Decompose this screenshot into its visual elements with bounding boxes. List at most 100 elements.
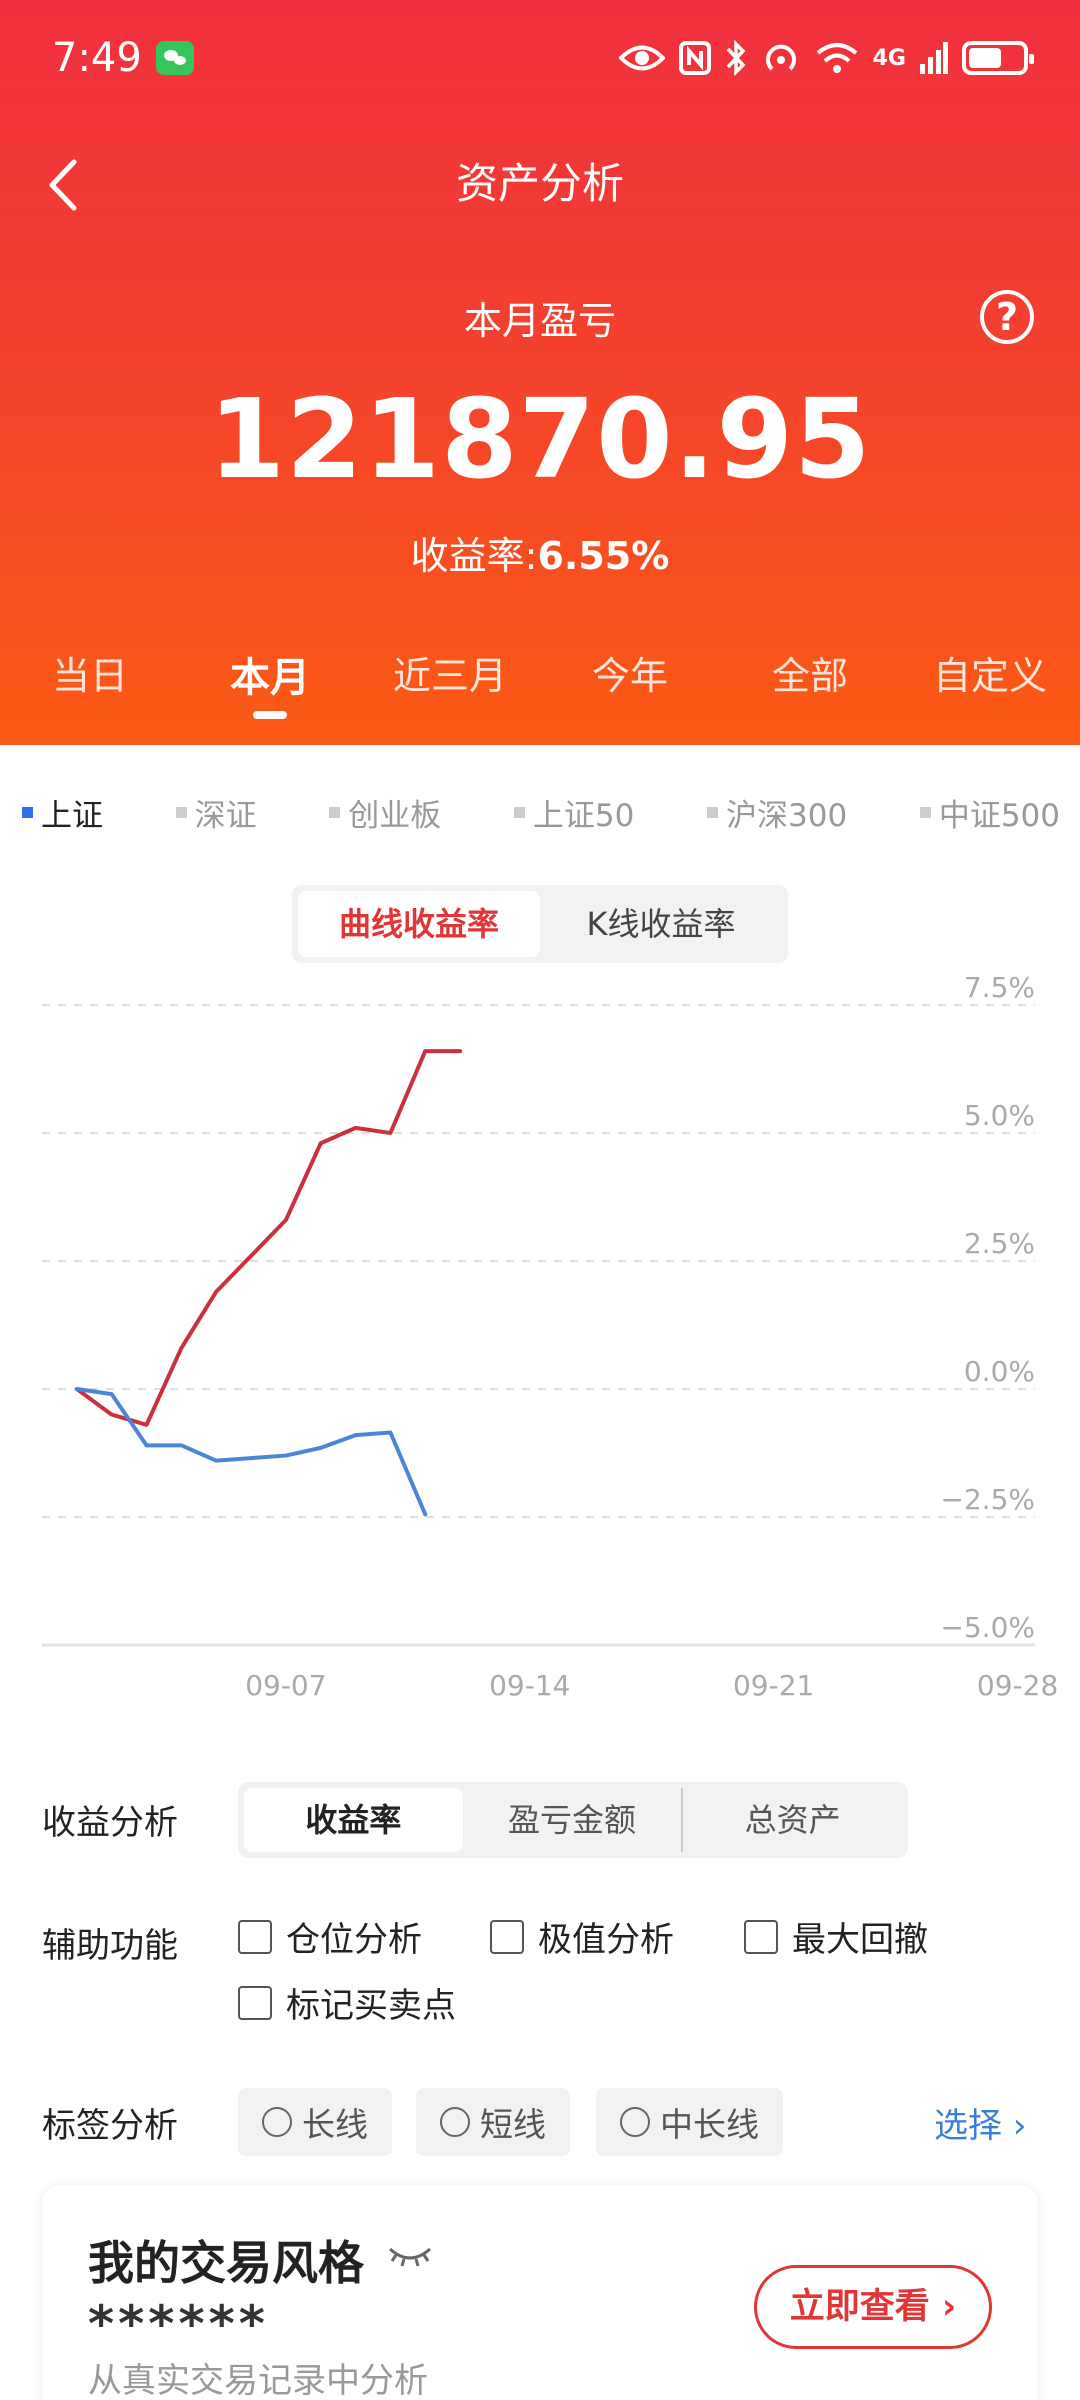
card-description: 从真实交易记录中分析 xyxy=(88,2361,428,2400)
check-position-analysis[interactable]: 仓位分析 xyxy=(238,1912,422,1961)
tab-custom[interactable]: 自定义 xyxy=(900,645,1080,703)
tag-short-term[interactable]: 短线 xyxy=(416,2088,570,2156)
status-time: 7:49 xyxy=(52,35,142,81)
aux-label: 辅助功能 xyxy=(42,1926,178,1966)
y-tick-label: −5.0% xyxy=(940,1611,1035,1644)
tag-label: 中长线 xyxy=(660,2105,759,2144)
x-tick-label: 09-07 xyxy=(245,1669,326,1702)
index-sh[interactable]: 上证 xyxy=(22,790,103,835)
tab-pnl-amount[interactable]: 盈亏金额 xyxy=(463,1788,682,1852)
view-now-button[interactable]: 立即查看 › xyxy=(754,2265,992,2349)
index-hs300[interactable]: 沪深300 xyxy=(707,790,847,835)
header: 7:49 4G 资产分析 本月盈亏 ? 121870.95 收益率:6.55% … xyxy=(0,0,1080,745)
return-rate: 收益率:6.55% xyxy=(0,525,1080,580)
signal-icon xyxy=(920,42,948,74)
check-mark-trades[interactable]: 标记买卖点 xyxy=(238,1978,456,2027)
bluetooth-icon xyxy=(726,40,746,76)
view-now-label: 立即查看 xyxy=(789,2287,930,2327)
tab-all[interactable]: 全部 xyxy=(720,645,900,703)
index-sz[interactable]: 深证 xyxy=(175,790,257,835)
chevron-right-icon: › xyxy=(1012,2106,1027,2146)
status-bar: 7:49 4G xyxy=(52,30,1034,86)
period-pnl-label: 本月盈亏 xyxy=(463,299,616,343)
index-sz50-label: 上证50 xyxy=(532,798,635,834)
wechat-icon xyxy=(155,41,194,75)
tag-mid-long-term[interactable]: 中长线 xyxy=(596,2088,783,2156)
tab-return-rate[interactable]: 收益率 xyxy=(244,1788,463,1852)
check-label: 标记买卖点 xyxy=(286,1986,456,2026)
check-extremum-analysis[interactable]: 极值分析 xyxy=(490,1912,674,1961)
radio[interactable] xyxy=(440,2107,470,2137)
tab-three-months[interactable]: 近三月 xyxy=(360,645,540,703)
tab-total-assets[interactable]: 总资产 xyxy=(681,1788,902,1852)
trading-style-card: 我的交易风格 ****** 从真实交易记录中分析 立即查看 › xyxy=(42,2185,1038,2400)
curve-return-button[interactable]: 曲线收益率 xyxy=(298,891,540,957)
index-selector: 上证 深证 创业板 上证50 沪深300 中证500 xyxy=(22,790,1060,835)
checkbox[interactable] xyxy=(490,1919,524,1954)
status-time-group: 7:49 xyxy=(52,35,194,81)
card-title: 我的交易风格 xyxy=(88,2236,364,2290)
return-chart: 7.5% 5.0% 2.5% 0.0% −2.5% −5.0% 09-07 09-14 09-2… xyxy=(42,971,1058,1702)
x-tick-label: 09-21 xyxy=(733,1669,814,1702)
checkbox[interactable] xyxy=(744,1919,778,1954)
masked-style: ****** xyxy=(88,2295,269,2353)
eye-icon xyxy=(618,45,665,71)
check-label: 极值分析 xyxy=(538,1920,674,1960)
check-max-drawdown[interactable]: 最大回撤 xyxy=(744,1912,928,1961)
help-icon[interactable]: ? xyxy=(980,290,1034,344)
tab-this-month[interactable]: 本月 xyxy=(180,645,360,719)
index-sh-marker xyxy=(22,807,33,818)
radio[interactable] xyxy=(262,2107,292,2137)
tab-this-year[interactable]: 今年 xyxy=(540,645,720,703)
chart-type-toggle: 曲线收益率 K线收益率 xyxy=(292,885,788,963)
index-zz500-label: 中证500 xyxy=(938,798,1060,834)
x-tick-label: 09-14 xyxy=(489,1669,570,1702)
check-label: 仓位分析 xyxy=(286,1920,422,1960)
hotspot-icon xyxy=(765,44,796,71)
eye-closed-icon[interactable] xyxy=(387,2243,433,2271)
wifi-icon xyxy=(816,43,857,73)
pnl-amount: 121870.95 xyxy=(208,375,872,503)
index-zz500[interactable]: 中证500 xyxy=(919,790,1060,835)
index-cyb[interactable]: 创业板 xyxy=(329,790,441,835)
tags-label: 标签分析 xyxy=(42,2106,178,2146)
index-return-line xyxy=(74,1387,428,1517)
index-sh-label: 上证 xyxy=(41,798,103,834)
portfolio-return-line xyxy=(74,1049,463,1427)
y-tick-label: −2.5% xyxy=(940,1483,1035,1516)
y-tick-label: 2.5% xyxy=(964,1227,1035,1260)
y-tick-label: 5.0% xyxy=(964,1099,1035,1132)
return-rate-label: 收益率: xyxy=(410,534,538,578)
select-tags-link[interactable]: 选择 › xyxy=(934,2098,1026,2147)
page-title: 资产分析 xyxy=(455,159,624,208)
index-cyb-label: 创业板 xyxy=(348,798,442,834)
y-tick-label: 0.0% xyxy=(964,1355,1035,1388)
tag-label: 长线 xyxy=(302,2105,368,2144)
checkbox[interactable] xyxy=(238,1919,272,1954)
index-sz50[interactable]: 上证50 xyxy=(513,790,635,835)
tag-label: 短线 xyxy=(480,2105,546,2144)
index-zz500-marker xyxy=(919,807,931,818)
nfc-icon xyxy=(678,41,711,75)
checkbox[interactable] xyxy=(238,1985,272,2020)
status-icons: 4G xyxy=(618,40,1034,76)
select-label: 选择 xyxy=(934,2106,1002,2146)
return-rate-value: 6.55% xyxy=(537,534,670,578)
tag-long-term[interactable]: 长线 xyxy=(238,2088,392,2156)
index-sz-marker xyxy=(175,807,187,818)
period-tabs: 当日 本月 近三月 今年 全部 自定义 xyxy=(0,645,1080,719)
index-cyb-marker xyxy=(329,807,341,818)
kline-return-button[interactable]: K线收益率 xyxy=(540,891,782,957)
index-sz-label: 深证 xyxy=(194,798,257,834)
analysis-tabs: 收益率 盈亏金额 总资产 xyxy=(238,1782,908,1858)
x-tick-label: 09-28 xyxy=(977,1669,1058,1702)
index-sz50-marker xyxy=(513,807,525,818)
battery-icon xyxy=(962,41,1034,75)
index-hs300-marker xyxy=(707,807,719,818)
network-type: 4G xyxy=(872,45,906,71)
index-hs300-label: 沪深300 xyxy=(726,798,848,834)
check-label: 最大回撤 xyxy=(792,1920,928,1960)
tab-today[interactable]: 当日 xyxy=(0,645,180,703)
y-tick-label: 7.5% xyxy=(964,971,1035,1004)
radio[interactable] xyxy=(620,2107,650,2137)
